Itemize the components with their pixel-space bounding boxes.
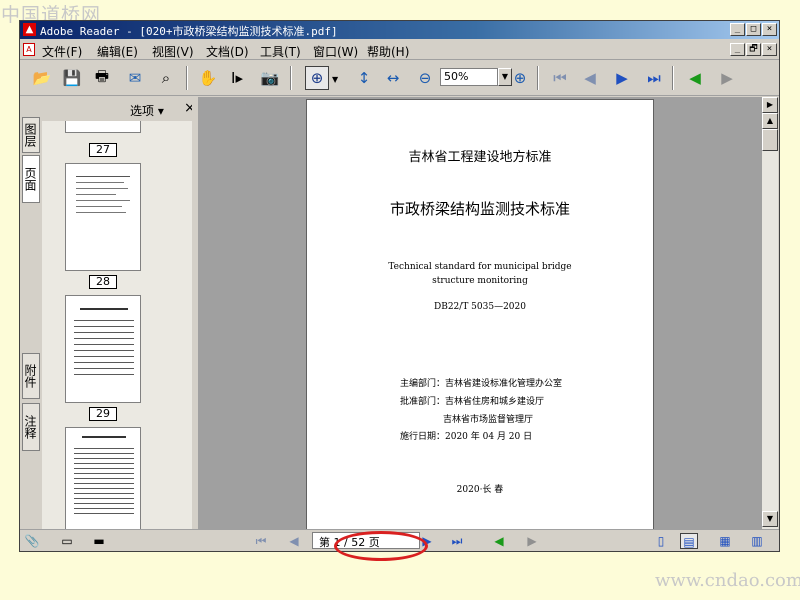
zoom-out-icon[interactable]: ⊖: [413, 66, 437, 90]
page-number-label: 27: [89, 143, 117, 157]
adobe-logo-icon: ▲: [23, 23, 36, 36]
menu-view[interactable]: 视图(V): [152, 43, 194, 60]
next-page-icon[interactable]: ▶: [610, 66, 634, 90]
panel-options-button[interactable]: 选项 ▾: [130, 102, 164, 119]
document-scrollbar[interactable]: ▶ ▲ ▼: [762, 97, 778, 529]
pdf-page: 吉林省工程建设地方标准 市政桥梁结构监测技术标准 Technical stand…: [306, 99, 654, 529]
tab-layers[interactable]: 图层: [22, 117, 40, 153]
snapshot-camera-icon[interactable]: 📷: [258, 66, 282, 90]
save-icon[interactable]: 💾: [60, 66, 84, 90]
email-icon[interactable]: ✉: [123, 66, 147, 90]
status-first-page-icon[interactable]: ⏮: [252, 533, 270, 549]
select-text-icon[interactable]: I▸: [225, 66, 249, 90]
page-number-label: 29: [89, 407, 117, 421]
menu-window[interactable]: 窗口(W): [313, 43, 358, 60]
doc-approval-dept-2: 吉林省市场监督管理厅: [443, 415, 534, 425]
fit-width-icon[interactable]: ↔: [381, 66, 405, 90]
maximize-button[interactable]: □: [746, 23, 761, 36]
doc-footer: 2020·长 春: [456, 485, 504, 495]
page-thumbnail[interactable]: [65, 121, 141, 133]
minimize-button[interactable]: _: [730, 23, 745, 36]
doc-english-title-1: Technical standard for municipal bridge: [388, 262, 572, 272]
scroll-down-icon[interactable]: ▼: [762, 511, 778, 527]
search-binoculars-icon[interactable]: ⌕: [154, 66, 178, 90]
open-folder-icon[interactable]: 📂: [30, 66, 54, 90]
doc-effective-date: 施行日期：2020 年 04 月 20 日: [400, 432, 533, 442]
status-previous-page-icon[interactable]: ◀: [285, 533, 303, 549]
pdf-doc-icon: A: [23, 43, 35, 56]
attachment-paperclip-icon[interactable]: 📎: [23, 533, 41, 549]
doc-english-title-2: structure monitoring: [432, 276, 528, 286]
tab-attachments[interactable]: 附件: [22, 353, 40, 399]
continuous-view-icon[interactable]: ▤: [680, 533, 698, 549]
panel-header: 选项 ▾ ×: [42, 97, 196, 121]
doc-close-button[interactable]: ×: [762, 43, 777, 56]
minimize-panel-icon[interactable]: ▬: [90, 533, 108, 549]
page-number-label: 28: [89, 275, 117, 289]
continuous-facing-view-icon[interactable]: ▥: [748, 533, 766, 549]
previous-page-icon[interactable]: ◀: [578, 66, 602, 90]
doc-approval-dept: 批准部门：吉林省住房和城乡建设厅: [400, 397, 545, 407]
split-view-icon[interactable]: ▶: [762, 97, 778, 113]
page-thumbnail[interactable]: [65, 295, 141, 403]
thumbnail-list: 27 28 29: [42, 121, 192, 531]
status-last-page-icon[interactable]: ⏭: [448, 533, 466, 549]
doc-code: DB22/T 5035—2020: [434, 302, 526, 312]
actual-size-icon[interactable]: ↕: [352, 66, 376, 90]
menu-edit[interactable]: 编辑(E): [97, 43, 138, 60]
adobe-reader-window: ▲ Adobe Reader - [020+市政桥梁结构监测技术标准.pdf] …: [19, 20, 780, 552]
menu-file[interactable]: 文件(F): [42, 43, 82, 60]
page-thumbnail[interactable]: [65, 163, 141, 271]
menu-bar: A 文件(F) 编辑(E) 视图(V) 文档(D) 工具(T) 窗口(W) 帮助…: [20, 40, 779, 60]
navigation-tabs: 图层 页面 附件 注释: [20, 97, 42, 527]
facing-view-icon[interactable]: ▦: [716, 533, 734, 549]
print-icon[interactable]: 🖶: [90, 66, 114, 90]
doc-title: 市政桥梁结构监测技术标准: [389, 200, 570, 218]
toolbar-separator: [672, 66, 674, 90]
highlight-ellipse: [334, 531, 428, 561]
document-view: 吉林省工程建设地方标准 市政桥梁结构监测技术标准 Technical stand…: [198, 97, 762, 529]
window-title: Adobe Reader - [020+市政桥梁结构监测技术标准.pdf]: [40, 25, 338, 38]
toolbar: 📂 💾 🖶 ✉ ⌕ ✋ I▸ 📷 ⊕ ▼ ↕ ↔ ⊖ 50% ▼ ⊕ ⏮ ◀ ▶…: [20, 61, 779, 96]
go-forward-icon[interactable]: ▶: [715, 66, 739, 90]
tab-pages[interactable]: 页面: [22, 155, 40, 203]
zoom-in-tool-icon[interactable]: ⊕: [305, 66, 329, 90]
title-bar: ▲ Adobe Reader - [020+市政桥梁结构监测技术标准.pdf] …: [20, 21, 779, 39]
hand-tool-icon[interactable]: ✋: [196, 66, 220, 90]
zoom-level-input[interactable]: 50%: [440, 68, 498, 86]
scroll-up-icon[interactable]: ▲: [762, 113, 778, 129]
close-button[interactable]: ×: [762, 23, 777, 36]
toolbar-separator: [290, 66, 292, 90]
tab-comments[interactable]: 注释: [22, 403, 40, 451]
status-go-back-icon[interactable]: ◀: [490, 533, 508, 549]
watermark-bottom: www.cndao.com: [655, 570, 800, 591]
menu-help[interactable]: 帮助(H): [367, 43, 409, 60]
status-go-forward-icon[interactable]: ▶: [523, 533, 541, 549]
pages-panel: 选项 ▾ × 27 28 29: [42, 97, 210, 531]
zoom-in-icon[interactable]: ⊕: [508, 66, 532, 90]
doc-editor-dept: 主编部门：吉林省建设标准化管理办公室: [400, 379, 563, 389]
last-page-icon[interactable]: ⏭: [642, 66, 666, 90]
menu-tools[interactable]: 工具(T): [260, 43, 301, 60]
display-icon[interactable]: ▭: [58, 533, 76, 549]
toolbar-separator: [537, 66, 539, 90]
scroll-thumb[interactable]: [762, 129, 778, 151]
menu-document[interactable]: 文档(D): [206, 43, 249, 60]
toolbar-separator: [186, 66, 188, 90]
doc-restore-button[interactable]: 🗗: [746, 43, 761, 56]
first-page-icon[interactable]: ⏮: [548, 66, 572, 90]
go-back-icon[interactable]: ◀: [683, 66, 707, 90]
single-page-view-icon[interactable]: ▯: [652, 533, 670, 549]
page-thumbnail[interactable]: [65, 427, 141, 531]
doc-minimize-button[interactable]: _: [730, 43, 745, 56]
doc-header: 吉林省工程建设地方标准: [408, 150, 552, 165]
zoom-tool-dropdown-icon[interactable]: ▼: [332, 75, 338, 84]
